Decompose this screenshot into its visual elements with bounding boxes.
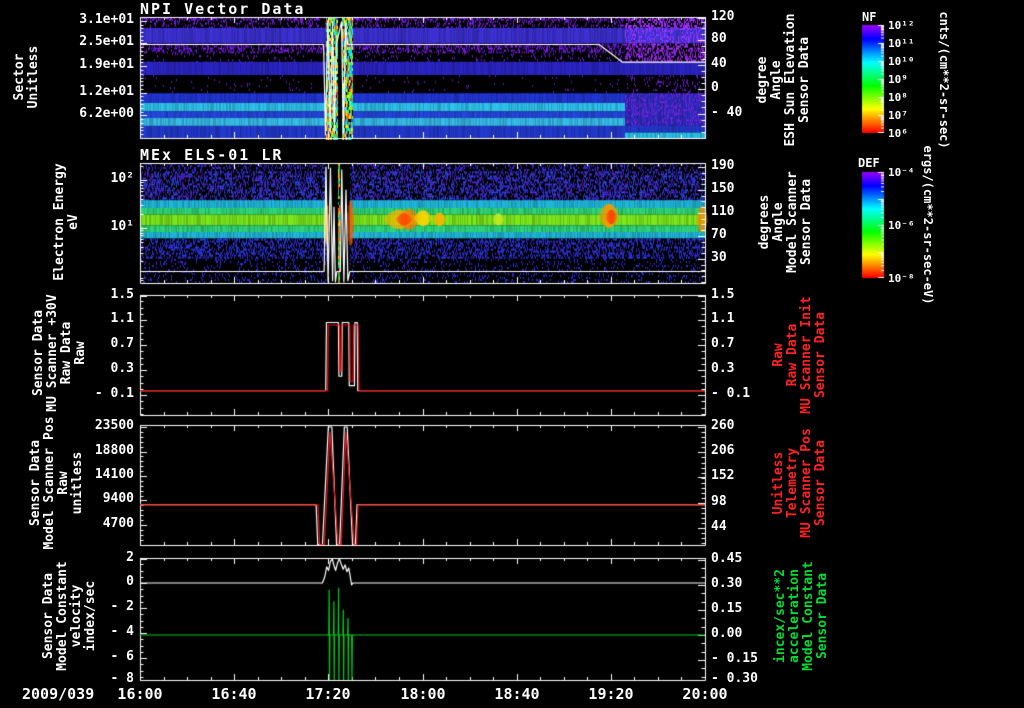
colorbar-tick-label: 10⁷ xyxy=(888,109,908,122)
y-tick-label: 2.5e+01 xyxy=(79,34,134,49)
right-y-tick-label: 44 xyxy=(711,519,727,534)
y-tick-label: 0.3 xyxy=(110,361,134,376)
x-tick-label: 18:40 xyxy=(494,685,540,703)
right-y-tick-label: 0.15 xyxy=(711,601,743,616)
panel1-title: NPI Vector Data xyxy=(140,0,306,18)
right-y-tick-label: 0.7 xyxy=(711,336,735,351)
y-tick-label: 18800 xyxy=(94,443,134,458)
right-y-tick-label: 190 xyxy=(711,158,735,173)
right-y-tick-label: 0.3 xyxy=(711,361,735,376)
y-tick-label: 10¹ xyxy=(110,219,134,234)
y-tick-label: 10² xyxy=(110,171,134,186)
y-tick-label: - 4 xyxy=(110,624,134,639)
colorbar-tick-label: 10⁻⁶ xyxy=(888,219,915,232)
def-colorbar-title: DEF xyxy=(858,156,880,170)
right-y-tick-label: 70 xyxy=(711,227,727,242)
y-tick-label: 14100 xyxy=(94,467,134,482)
x-tick-label: 19:20 xyxy=(588,685,634,703)
right-y-tick-label: 152 xyxy=(711,468,735,483)
colorbar-tick-label: 10⁹ xyxy=(888,73,908,86)
right-y-tick-label: 0.00 xyxy=(711,626,743,641)
right-y-tick-label: 80 xyxy=(711,31,727,46)
plot-screen: NPI Vector Data MEx ELS-01 LR Sector Uni… xyxy=(0,0,1024,708)
x-tick-label: 20:00 xyxy=(682,685,728,703)
panel4-right-axis-label: Sensor Data MU Scanner Pos Telemetry Uni… xyxy=(771,428,828,538)
right-y-tick-label: - 0.1 xyxy=(711,386,751,401)
colorbar-tick-label: 10⁶ xyxy=(888,127,908,140)
y-tick-label: - 0.1 xyxy=(94,386,134,401)
y-tick-label: - 6 xyxy=(110,649,134,664)
plots-canvas xyxy=(0,0,1024,708)
x-tick-label: 18:00 xyxy=(400,685,446,703)
right-y-tick-label: 0 xyxy=(711,80,719,95)
colorbar-tick-label: 10¹² xyxy=(888,19,915,32)
y-tick-label: 3.1e+01 xyxy=(79,12,134,27)
y-tick-label: 4700 xyxy=(102,516,134,531)
right-y-tick-label: 120 xyxy=(711,9,735,24)
colorbar-tick-label: 10⁻⁸ xyxy=(888,272,915,285)
x-tick-label: 16:40 xyxy=(211,685,257,703)
x-tick-label: 17:20 xyxy=(305,685,351,703)
panel1-y-axis-label: Sector Unitless xyxy=(12,45,41,109)
y-tick-label: - 8 xyxy=(110,671,134,686)
panel5-right-axis-label: Sensor Data Model Constant acceleration … xyxy=(773,561,830,671)
right-y-tick-label: 110 xyxy=(711,204,735,219)
right-y-tick-label: 150 xyxy=(711,181,735,196)
colorbar-tick-label: 10¹¹ xyxy=(888,37,915,50)
y-tick-label: 1.5 xyxy=(110,287,134,302)
y-tick-label: 23500 xyxy=(94,418,134,433)
y-tick-label: - 2 xyxy=(110,599,134,614)
y-tick-label: 1.9e+01 xyxy=(79,57,134,72)
y-tick-label: 0.7 xyxy=(110,336,134,351)
y-tick-label: 2 xyxy=(126,550,134,565)
right-y-tick-label: 40 xyxy=(711,56,727,71)
y-tick-label: 9400 xyxy=(102,491,134,506)
colorbar-tick-label: 10⁻⁴ xyxy=(888,166,915,179)
y-tick-label: 1.1 xyxy=(110,311,134,326)
right-y-tick-label: 30 xyxy=(711,250,727,265)
right-y-tick-label: 1.5 xyxy=(711,287,735,302)
x-tick-label: 16:00 xyxy=(117,685,163,703)
right-y-tick-label: 0.30 xyxy=(711,576,743,591)
right-y-tick-label: - 0.30 xyxy=(711,671,758,686)
right-y-tick-label: 1.1 xyxy=(711,311,735,326)
y-tick-label: 0 xyxy=(126,574,134,589)
nf-colorbar-units: cnts/(cm**2-sr-sec) xyxy=(937,11,951,149)
right-y-tick-label: 260 xyxy=(711,418,735,433)
right-y-tick-label: 206 xyxy=(711,443,735,458)
right-y-tick-label: - 40 xyxy=(711,105,743,120)
nf-colorbar-title: NF xyxy=(862,10,877,24)
right-y-tick-label: 0.45 xyxy=(711,551,743,566)
panel3-right-axis-label: Sensor Data MU Scanner Init Raw Data Raw xyxy=(771,296,828,414)
y-tick-label: 6.2e+00 xyxy=(79,106,134,121)
colorbar-tick-label: 10¹⁰ xyxy=(888,55,915,68)
right-y-tick-label: 98 xyxy=(711,494,727,509)
panel2-title: MEx ELS-01 LR xyxy=(140,146,284,164)
right-y-tick-label: - 0.15 xyxy=(711,651,758,666)
y-tick-label: 1.2e+01 xyxy=(79,84,134,99)
colorbar-tick-label: 10⁸ xyxy=(888,91,908,104)
